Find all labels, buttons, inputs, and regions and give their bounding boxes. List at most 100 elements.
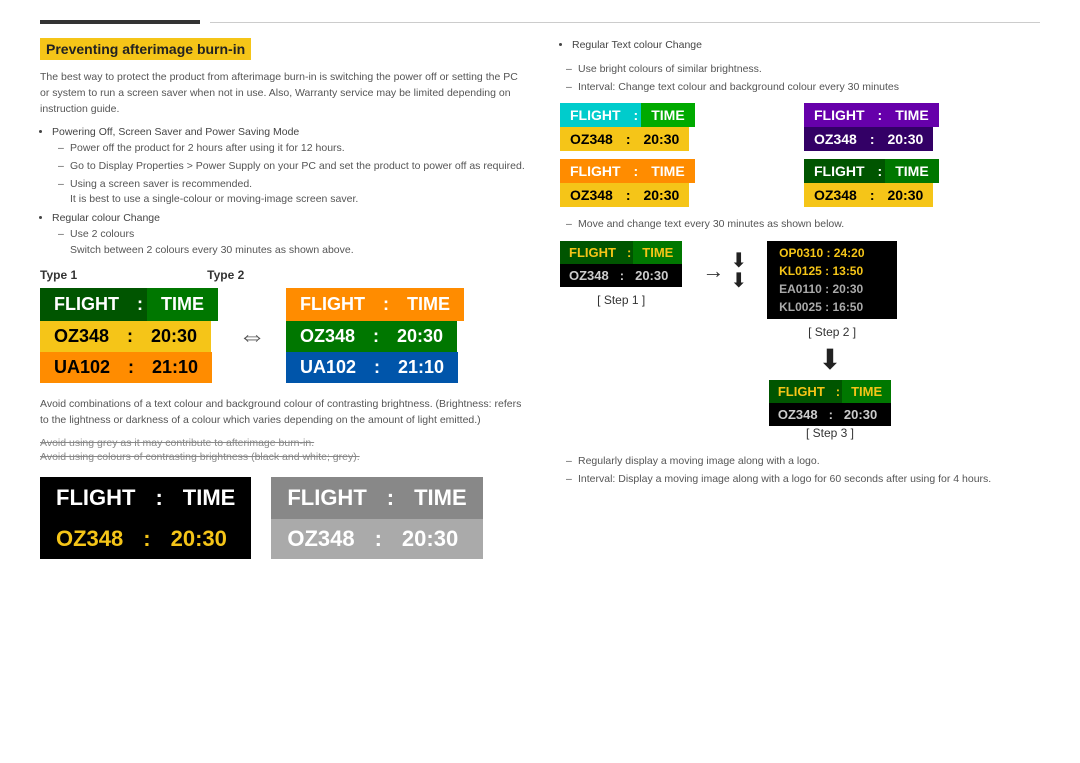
dash-2-1: Use 2 coloursSwitch between 2 colours ev… <box>52 227 530 259</box>
s1-data-time: 20:30 <box>626 264 677 287</box>
mb-purple-hdr-sep: : <box>875 103 886 127</box>
mb-purple-data-time: 20:30 <box>877 127 933 151</box>
avoid-text: Avoid combinations of a text colour and … <box>40 397 530 429</box>
gb-data-flight: OZ348 <box>271 519 370 559</box>
step2-board: OP0310 : 24:20 KL0125 : 13:50 EA0110 : 2… <box>767 241 897 319</box>
mb-orange-data-sep: : <box>623 183 634 207</box>
mb-orange-hdr-sep: : <box>631 159 642 183</box>
right-bullet-1: Regular Text colour Change <box>572 38 1040 54</box>
bb-data-time: 20:30 <box>155 519 243 559</box>
s3-data-time: 20:30 <box>835 403 886 426</box>
bullet-item-2: Regular colour Change Use 2 coloursSwitc… <box>52 211 530 258</box>
t2-r1-sep: : <box>369 321 383 352</box>
step3-board: FLIGHT : TIME OZ348 : 20:30 <box>769 380 891 426</box>
mb-cyan-hdr-time: TIME <box>641 103 694 127</box>
intro-text: The best way to protect the product from… <box>40 70 530 117</box>
mb-orange-data-time: 20:30 <box>633 183 689 207</box>
bottom-board-black: FLIGHT : TIME OZ348 : 20:30 <box>40 477 251 559</box>
s1-data-sep: : <box>618 264 626 287</box>
s1-hdr-time: TIME <box>633 241 682 264</box>
mini-board-green2: FLIGHT : TIME OZ348 : 20:30 <box>804 159 1040 207</box>
section-title: Preventing afterimage burn-in <box>40 38 251 60</box>
left-column: Preventing afterimage burn-in The best w… <box>40 38 530 559</box>
final-notes: Regularly display a moving image along w… <box>560 454 1040 488</box>
right-column: Regular Text colour Change Use bright co… <box>560 38 1040 559</box>
top-rule <box>40 20 1040 24</box>
bb-hdr-time: TIME <box>167 477 252 519</box>
t1-r1-sep: : <box>123 321 137 352</box>
mb-green2-hdr-time: TIME <box>885 159 938 183</box>
t1-header-sep: : <box>133 288 147 321</box>
gb-data-sep: : <box>371 519 386 559</box>
s3-hdr-time: TIME <box>842 380 891 403</box>
step3-label: [ Step 3 ] <box>806 426 854 440</box>
t2-r1-l: OZ348 <box>286 321 369 352</box>
mb-green2-data-flight: OZ348 <box>804 183 867 207</box>
final-dash-1: Regularly display a moving image along w… <box>560 454 1040 470</box>
gb-hdr-flight: FLIGHT <box>271 477 382 519</box>
gb-hdr-sep: : <box>383 477 398 519</box>
step2-row-1: OP0310 : 24:20 <box>773 244 891 262</box>
mini-board-purple: FLIGHT : TIME OZ348 : 20:30 <box>804 103 1040 151</box>
type1-board: FLIGHT : TIME OZ348 : 20:30 UA102 : 21:1… <box>40 288 218 383</box>
t2-r2-l: UA102 <box>286 352 370 383</box>
s1-data-flight: OZ348 <box>560 264 618 287</box>
bb-data-sep: : <box>139 519 154 559</box>
t1-r2-l: UA102 <box>40 352 124 383</box>
step-arrows: → ⬇ ⬇ <box>702 251 747 291</box>
t2-header-time: TIME <box>393 288 464 321</box>
t2-header-flight: FLIGHT <box>286 288 379 321</box>
bottom-boards: FLIGHT : TIME OZ348 : 20:30 FLIGHT : <box>40 477 530 559</box>
t2-r2-sep: : <box>370 352 384 383</box>
t2-r2-r: 21:10 <box>384 352 458 383</box>
mb-cyan-hdr-flight: FLIGHT <box>560 103 631 127</box>
mb-purple-hdr-time: TIME <box>885 103 938 127</box>
gb-data-time: 20:30 <box>386 519 474 559</box>
step1-board: FLIGHT : TIME OZ348 : 20:30 <box>560 241 682 287</box>
type-labels: Type 1 Type 2 <box>40 268 530 282</box>
move-dash: Move and change text every 30 minutes as… <box>560 217 1040 233</box>
arrow-right-icon: → <box>702 258 724 284</box>
step2-label: [ Step 2 ] <box>808 325 856 339</box>
steps-area: FLIGHT : TIME OZ348 : 20:30 [ Step 1 ] <box>560 241 1040 339</box>
mb-purple-hdr-flight: FLIGHT <box>804 103 875 127</box>
rule-dark <box>40 20 200 24</box>
s3-hdr-sep: : <box>834 380 842 403</box>
mb-cyan-data-time: 20:30 <box>633 127 689 151</box>
bb-hdr-sep: : <box>151 477 166 519</box>
right-dash-2: Interval: Change text colour and backgro… <box>560 80 1040 96</box>
step3-down-arrow: ⬇ <box>620 343 1040 376</box>
mini-board-orange: FLIGHT : TIME OZ348 : 20:30 <box>560 159 796 207</box>
t1-r2-sep: : <box>124 352 138 383</box>
mb-cyan-data-sep: : <box>623 127 634 151</box>
rule-light <box>210 22 1040 23</box>
mb-purple-data-sep: : <box>867 127 878 151</box>
s3-data-flight: OZ348 <box>769 403 827 426</box>
step3-area: FLIGHT : TIME OZ348 : 20:30 [ Step 3 ] <box>620 380 1040 440</box>
mb-orange-hdr-time: TIME <box>641 159 694 183</box>
bb-hdr-flight: FLIGHT <box>40 477 151 519</box>
type2-board: FLIGHT : TIME OZ348 : 20:30 UA102 : 21:1… <box>286 288 464 383</box>
content-area: Preventing afterimage burn-in The best w… <box>40 38 1040 559</box>
step2-row-2: KL0125 : 13:50 <box>773 262 891 280</box>
step1-label: [ Step 1 ] <box>597 293 645 307</box>
t1-header-flight: FLIGHT <box>40 288 133 321</box>
type-boards-row: FLIGHT : TIME OZ348 : 20:30 UA102 : 21:1… <box>40 288 530 383</box>
big-down-arrow-icon: ⬇ <box>818 343 841 376</box>
dash-1-1: Power off the product for 2 hours after … <box>52 141 530 157</box>
s1-hdr-sep: : <box>625 241 633 264</box>
bottom-board-gray: FLIGHT : TIME OZ348 : 20:30 <box>271 477 482 559</box>
dash-1-2: Go to Display Properties > Power Supply … <box>52 159 530 175</box>
strikethrough-1: Avoid using grey as it may contribute to… <box>40 437 530 449</box>
s3-data-sep: : <box>827 403 835 426</box>
swap-arrow-icon: ⇔ <box>238 320 266 352</box>
bullet-item-1: Powering Off, Screen Saver and Power Sav… <box>52 125 530 208</box>
mb-green2-hdr-sep: : <box>875 159 886 183</box>
t1-r2-r: 21:10 <box>138 352 212 383</box>
mb-orange-data-flight: OZ348 <box>560 183 623 207</box>
s3-hdr-flight: FLIGHT <box>769 380 834 403</box>
page: Preventing afterimage burn-in The best w… <box>0 0 1080 763</box>
mb-green2-hdr-flight: FLIGHT <box>804 159 875 183</box>
type2-label: Type 2 <box>207 268 244 282</box>
mini-board-cyan: FLIGHT : TIME OZ348 : 20:30 <box>560 103 796 151</box>
